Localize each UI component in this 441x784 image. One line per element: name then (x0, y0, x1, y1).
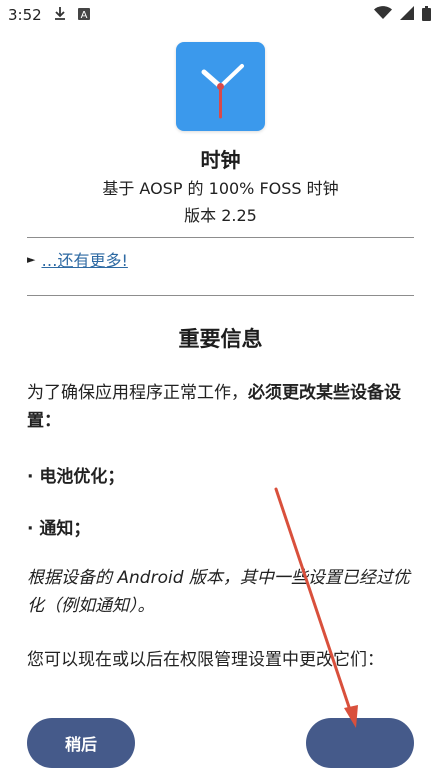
app-description: 基于 AOSP 的 100% FOSS 时钟 (102, 179, 339, 198)
status-left: 3:52 A (8, 6, 90, 24)
confirm-button[interactable] (306, 718, 414, 768)
wifi-icon (374, 6, 392, 24)
status-time: 3:52 (8, 6, 42, 24)
divider-top (27, 237, 414, 238)
battery-icon (422, 5, 431, 25)
status-right (374, 5, 431, 25)
app-version: 版本 2.25 (184, 206, 257, 225)
paragraph-change-later: 您可以现在或以后在权限管理设置中更改它们： (27, 650, 384, 670)
more-row[interactable]: ► …还有更多! (27, 247, 128, 271)
section-title: 重要信息 (178, 327, 263, 351)
divider-bottom (27, 295, 414, 296)
download-icon (54, 6, 66, 24)
expand-arrow-icon[interactable]: ► (27, 253, 35, 266)
more-link[interactable]: …还有更多! (41, 247, 127, 271)
clock-icon (201, 64, 244, 119)
app-icon (176, 42, 265, 131)
bullet-notifications: · 通知； (27, 519, 91, 539)
later-button[interactable]: 稍后 (27, 718, 135, 768)
signal-icon (400, 6, 414, 24)
paragraph-android-note: 根据设备的 Android 版本，其中一些设置已经过优化（例如通知）。 (27, 568, 410, 616)
paragraph-required-settings: 为了确保应用程序正常工作，必须更改某些设备设置： (27, 379, 412, 435)
app-name: 时钟 (200, 148, 241, 172)
svg-text:A: A (80, 10, 87, 20)
paragraph1-normal: 为了确保应用程序正常工作， (27, 383, 248, 403)
a-box-icon: A (77, 6, 90, 24)
status-bar: 3:52 A (0, 0, 441, 30)
bullet-battery-optimization: · 电池优化； (27, 467, 125, 487)
